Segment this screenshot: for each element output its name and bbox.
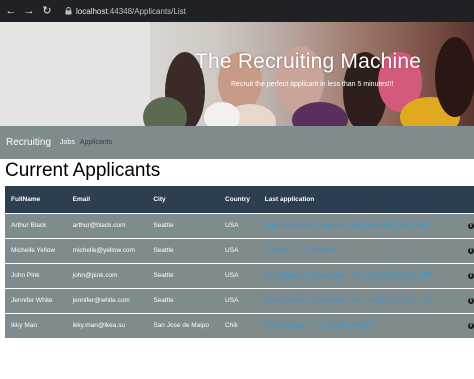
cell-name: Ikky Man bbox=[11, 322, 38, 330]
application-link[interactable]: Sales Manager - IKE_SALES_MNGR bbox=[265, 322, 373, 329]
info-icon[interactable]: i bbox=[467, 323, 474, 330]
lock-icon bbox=[64, 7, 72, 15]
cell-city: San Jose de Maipo bbox=[153, 322, 209, 330]
cell-info: i bbox=[462, 288, 474, 313]
arrow-left-icon[interactable]: ← bbox=[4, 4, 18, 18]
cell-city: Seattle bbox=[153, 272, 174, 279]
url-path: :44348/Applicants/List bbox=[107, 6, 186, 16]
table-row: Ikky Man ikky.man@ikea.su San Jose de Ma… bbox=[5, 313, 474, 338]
column-header-country: Country bbox=[225, 195, 250, 203]
cell-country: USA bbox=[225, 247, 239, 254]
cell-name: Michelle Yellow bbox=[11, 247, 56, 254]
cell-name: Arthur Black bbox=[11, 222, 47, 229]
cell-country: USA bbox=[225, 272, 239, 279]
hero-subtitle: Recruit the perfect applicant in less th… bbox=[231, 81, 394, 88]
page-title: Current Applicants bbox=[5, 160, 161, 181]
cell-email: john@pink.com bbox=[72, 272, 118, 279]
cell-email: jennifer@white.com bbox=[72, 297, 130, 304]
reload-icon[interactable]: ↻ bbox=[40, 4, 54, 18]
cell-email: ikky.man@ikea.su bbox=[72, 322, 126, 330]
cell-city: Seattle bbox=[153, 247, 174, 254]
cell-email: arthur@black.com bbox=[72, 222, 126, 229]
address-bar[interactable]: localhost :44348/Applicants/List bbox=[64, 3, 186, 19]
application-link[interactable]: Senior Back-End Developer - MIC_BACKEND_… bbox=[265, 272, 432, 279]
table-header-row: FullName Email City Country Last applica… bbox=[5, 186, 474, 213]
cell-application: Sales Manager - IKE_SALES_MNGR bbox=[259, 313, 462, 338]
navbar: Recruiting Jobs Applicants bbox=[0, 126, 474, 159]
info-icon[interactable]: i bbox=[467, 273, 474, 279]
cell-name: John Pink bbox=[11, 272, 40, 279]
cell-info: i bbox=[462, 263, 474, 288]
browser-toolbar: ← → ↻ localhost :44348/Applicants/List bbox=[0, 0, 474, 22]
application-link[interactable]: Junior Back-End Developer - MIC_BACKEND_… bbox=[265, 222, 430, 229]
cell-info: i bbox=[462, 213, 474, 238]
cell-info: i bbox=[462, 238, 474, 263]
applicants-table: FullName Email City Country Last applica… bbox=[5, 186, 474, 338]
cell-name: Jennifer White bbox=[11, 297, 53, 304]
cell-info: i bbox=[462, 313, 474, 338]
table-row: Arthur Black arthur@black.com Seattle US… bbox=[5, 213, 474, 238]
cell-application: Cashier - IKE_CASHIER bbox=[259, 238, 462, 263]
cell-country: USA bbox=[225, 222, 239, 229]
column-header-fullname: FullName bbox=[11, 195, 41, 203]
nav-link-applicants[interactable]: Applicants bbox=[80, 139, 112, 146]
info-icon[interactable]: i bbox=[467, 223, 474, 229]
brand-link[interactable]: Recruiting bbox=[6, 137, 51, 148]
cell-city: Seattle bbox=[153, 297, 174, 304]
cell-country: USA bbox=[225, 297, 239, 304]
nav-link-jobs[interactable]: Jobs bbox=[60, 139, 75, 146]
cell-email: michelle@yellow.com bbox=[72, 247, 135, 254]
cell-country: Chili bbox=[225, 322, 238, 330]
url-host: localhost bbox=[76, 6, 108, 16]
cell-application: Junior Back-End Developer - MIC_BACKEND_… bbox=[259, 213, 462, 238]
table-row: Jennifer White jennifer@white.com Seattl… bbox=[5, 288, 474, 313]
column-header-city: City bbox=[153, 195, 166, 203]
cell-application: Senior Back-End Developer - MIC_BACKEND_… bbox=[259, 288, 462, 313]
hero-title: The Recruiting Machine bbox=[195, 50, 422, 73]
table-row: Michelle Yellow michelle@yellow.com Seat… bbox=[5, 238, 474, 263]
application-link[interactable]: Senior Back-End Developer - MIC_BACKEND_… bbox=[265, 297, 432, 304]
cell-application: Senior Back-End Developer - MIC_BACKEND_… bbox=[259, 263, 462, 288]
arrow-right-icon[interactable]: → bbox=[22, 4, 36, 18]
hero-photo bbox=[0, 22, 474, 126]
cell-city: Seattle bbox=[153, 222, 174, 229]
hero-banner: The Recruiting Machine Recruit the perfe… bbox=[0, 22, 474, 126]
column-header-actions bbox=[462, 186, 474, 213]
info-icon[interactable]: i bbox=[467, 248, 474, 254]
application-link[interactable]: Cashier - IKE_CASHIER bbox=[265, 247, 336, 254]
column-header-last-application: Last application bbox=[264, 195, 315, 203]
column-header-email: Email bbox=[72, 195, 91, 203]
table-row: John Pink john@pink.com Seattle USA Seni… bbox=[5, 263, 474, 288]
info-icon[interactable]: i bbox=[467, 298, 474, 304]
